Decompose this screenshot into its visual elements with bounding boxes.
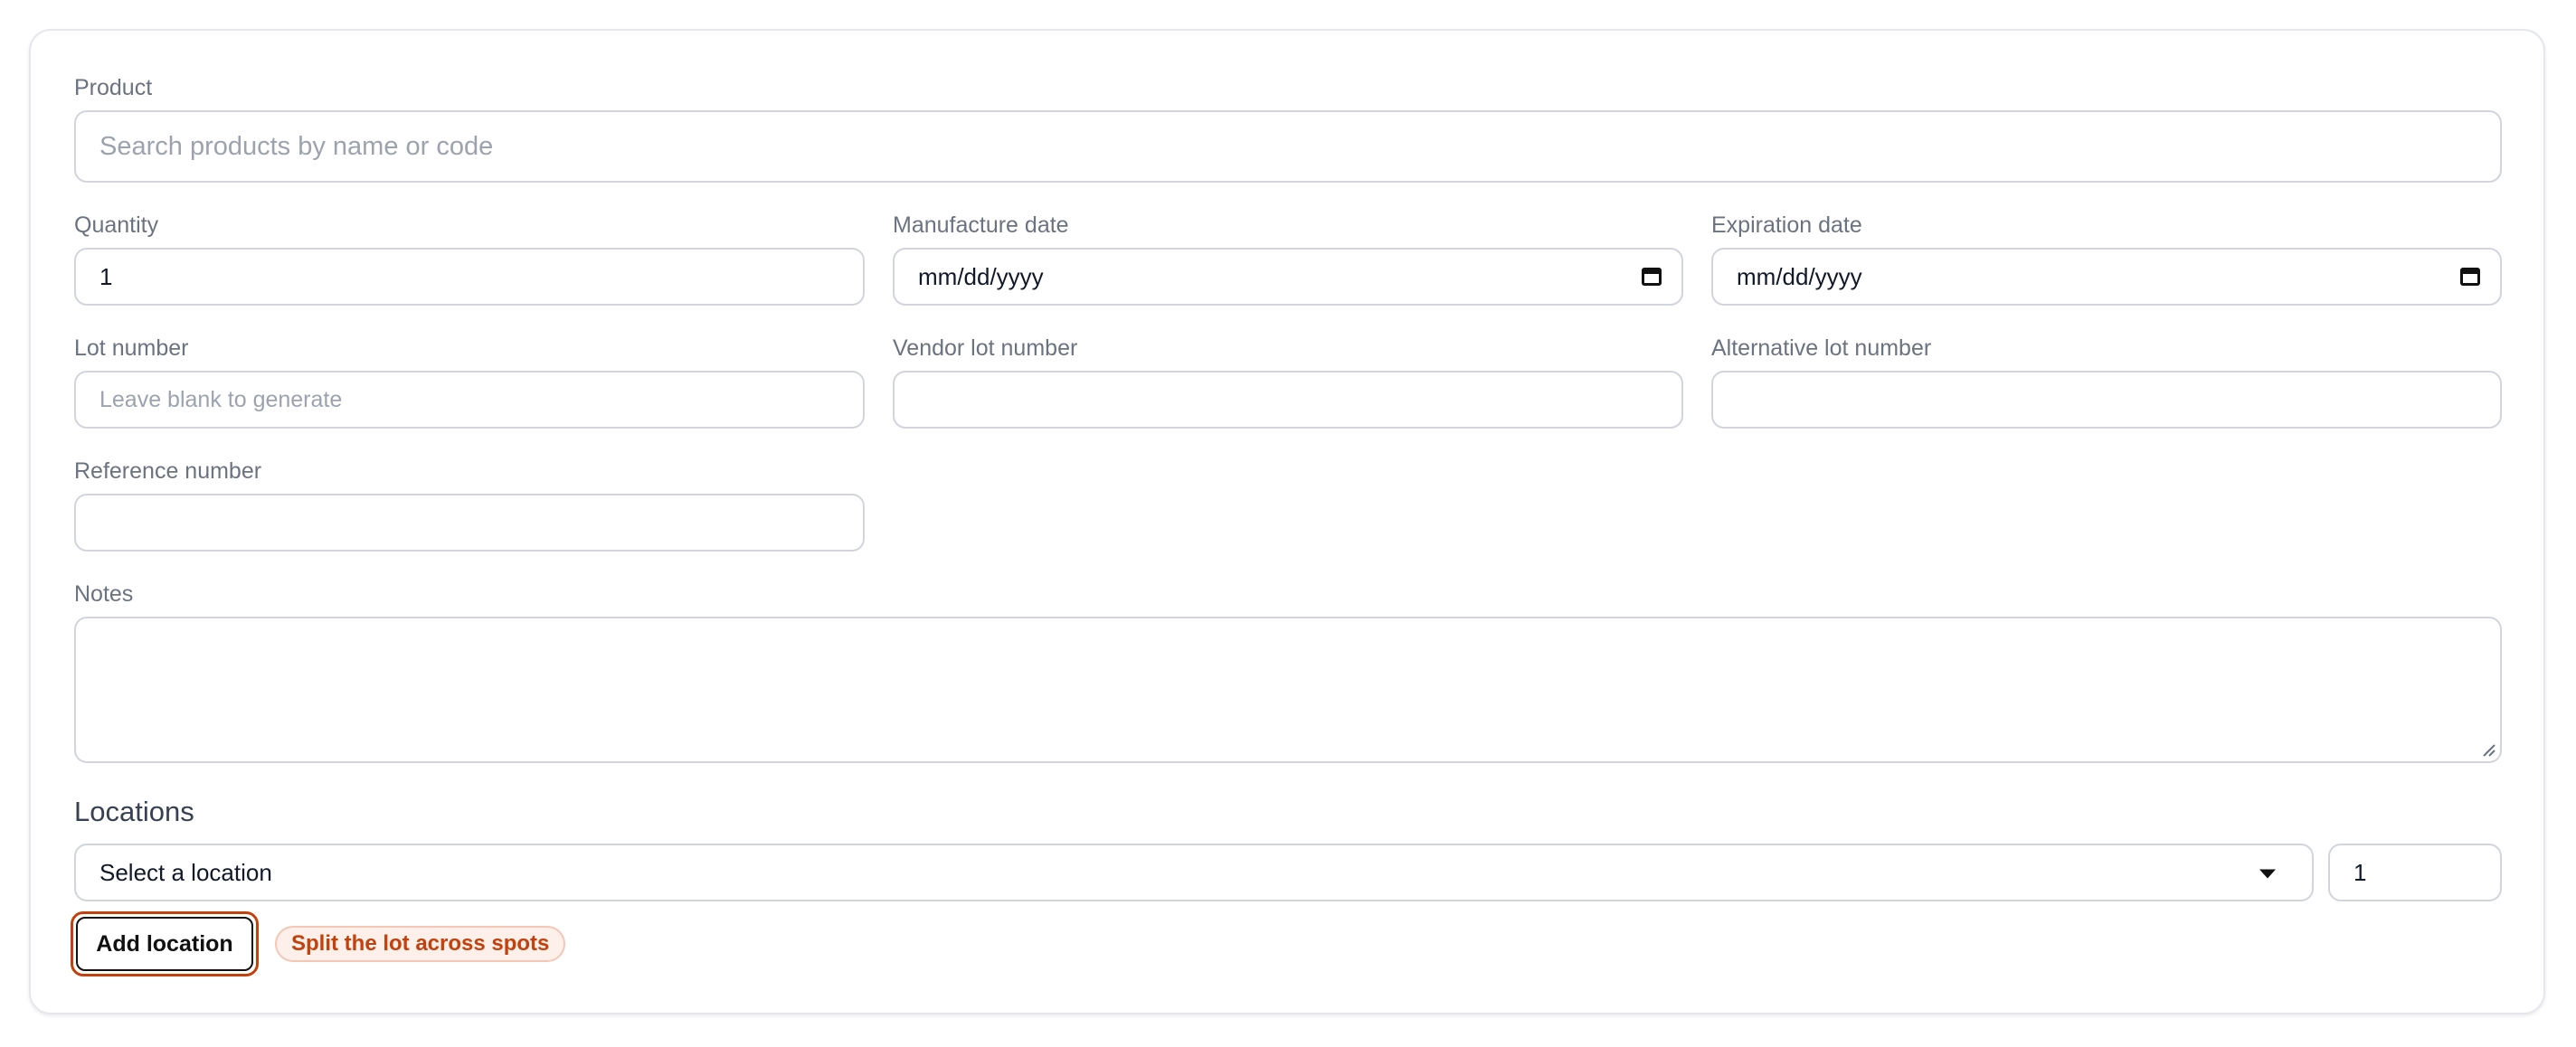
- chevron-down-icon: [2259, 869, 2276, 879]
- lot-number-placeholder: Leave blank to generate: [99, 386, 343, 412]
- locations-title: Locations: [74, 796, 194, 827]
- alternative-lot-number-label: Alternative lot number: [1711, 335, 1932, 361]
- reference-number-label: Reference number: [74, 458, 262, 484]
- vendor-lot-number-input[interactable]: [893, 371, 1683, 429]
- resize-grip-icon[interactable]: [2480, 741, 2496, 758]
- location-select-value: Select a location: [99, 858, 272, 886]
- notes-textarea[interactable]: [74, 617, 2502, 763]
- add-location-button[interactable]: Add location: [71, 911, 259, 976]
- lot-number-label: Lot number: [74, 335, 189, 361]
- split-lot-hint-badge: Split the lot across spots: [275, 926, 566, 962]
- expiration-date-placeholder: mm/dd/yyyy: [1737, 262, 1862, 290]
- quantity-value: 1: [99, 262, 113, 290]
- lot-number-input[interactable]: Leave blank to generate: [74, 371, 865, 429]
- manufacture-date-input[interactable]: mm/dd/yyyy: [893, 248, 1683, 306]
- expiration-date-label: Expiration date: [1711, 212, 1862, 238]
- alternative-lot-number-input[interactable]: [1711, 371, 2502, 429]
- quantity-label: Quantity: [74, 212, 159, 238]
- calendar-icon[interactable]: [2460, 268, 2480, 286]
- product-search-placeholder: Search products by name or code: [99, 131, 494, 161]
- manufacture-date-placeholder: mm/dd/yyyy: [918, 262, 1044, 290]
- product-label: Product: [74, 75, 153, 100]
- location-quantity-value: 1: [2353, 858, 2367, 886]
- vendor-lot-number-label: Vendor lot number: [893, 335, 1078, 361]
- add-location-button-label: Add location: [76, 917, 253, 971]
- notes-label: Notes: [74, 581, 134, 607]
- quantity-input[interactable]: 1: [74, 248, 865, 306]
- reference-number-input[interactable]: [74, 494, 865, 552]
- location-quantity-input[interactable]: 1: [2328, 844, 2502, 901]
- product-search-input[interactable]: Search products by name or code: [74, 110, 2502, 183]
- location-select[interactable]: Select a location: [74, 844, 2314, 901]
- expiration-date-input[interactable]: mm/dd/yyyy: [1711, 248, 2502, 306]
- calendar-icon[interactable]: [1642, 268, 1662, 286]
- manufacture-date-label: Manufacture date: [893, 212, 1069, 238]
